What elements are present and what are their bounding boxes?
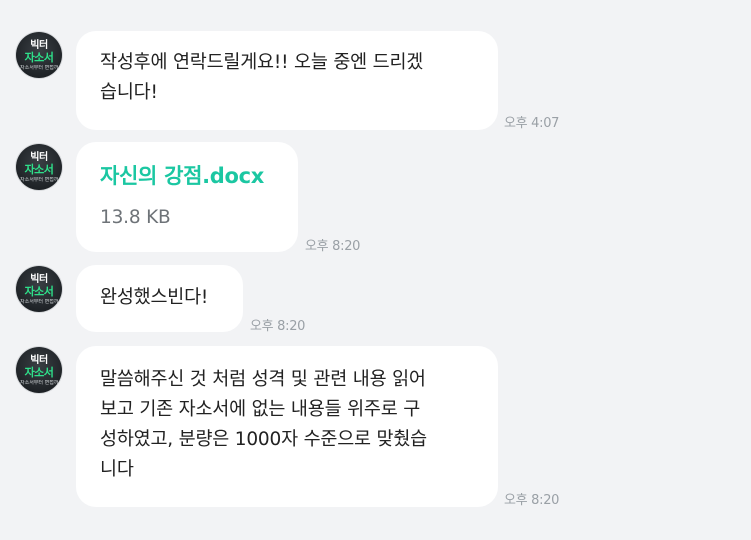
- message-bubble[interactable]: 완성했스빈다!: [76, 265, 243, 332]
- message-text-line: 습니다!: [100, 82, 158, 103]
- message-timestamp: 오후 8:20: [250, 319, 306, 334]
- avatar-text-line1: 빅터: [30, 152, 48, 163]
- message-bubble[interactable]: 작성후에 연락드릴게요!! 오늘 중엔 드리겠 습니다!: [76, 31, 498, 130]
- avatar-text-line2: 자소서: [24, 285, 54, 298]
- file-attachment-bubble[interactable]: 자신의 강점.docx 13.8 KB: [76, 142, 298, 252]
- message-text-line: 보고 기존 자소서에 없는 내용들 위주로 구: [100, 399, 421, 420]
- message-timestamp: 오후 8:20: [305, 239, 361, 254]
- sender-avatar[interactable]: 빅터 자소서 자소서부터 면접까지: [16, 144, 62, 190]
- message-timestamp: 오후 4:07: [504, 116, 560, 131]
- message-timestamp: 오후 8:20: [504, 493, 560, 508]
- avatar-text-line3: 자소서부터 면접까지: [20, 380, 58, 386]
- file-name-link[interactable]: 자신의 강점.docx: [100, 161, 274, 191]
- message-bubble[interactable]: 말씀해주신 것 처럼 성격 및 관련 내용 읽어 보고 기존 자소서에 없는 내…: [76, 346, 498, 507]
- file-size: 13.8 KB: [100, 207, 171, 228]
- avatar-text-line1: 빅터: [30, 40, 48, 51]
- sender-avatar[interactable]: 빅터 자소서 자소서부터 면접까지: [16, 266, 62, 312]
- message-text-line: 말씀해주신 것 처럼 성격 및 관련 내용 읽어: [100, 369, 426, 390]
- sender-avatar[interactable]: 빅터 자소서 자소서부터 면접까지: [16, 347, 62, 393]
- avatar-text-line1: 빅터: [30, 274, 48, 285]
- avatar-text-line1: 빅터: [30, 355, 48, 366]
- message-text-line: 완성했스빈다!: [100, 287, 209, 308]
- sender-avatar[interactable]: 빅터 자소서 자소서부터 면접까지: [16, 32, 62, 78]
- message-text-line: 니다: [100, 459, 134, 480]
- avatar-text-line2: 자소서: [24, 51, 54, 64]
- avatar-text-line3: 자소서부터 면접까지: [20, 177, 58, 183]
- avatar-text-line2: 자소서: [24, 163, 54, 176]
- message-text-line: 성하였고, 분량은 1000자 수준으로 맞췄습: [100, 429, 427, 450]
- avatar-text-line2: 자소서: [24, 366, 54, 379]
- avatar-text-line3: 자소서부터 면접까지: [20, 299, 58, 305]
- message-text-line: 작성후에 연락드릴게요!! 오늘 중엔 드리겠: [100, 52, 424, 73]
- avatar-text-line3: 자소서부터 면접까지: [20, 65, 58, 71]
